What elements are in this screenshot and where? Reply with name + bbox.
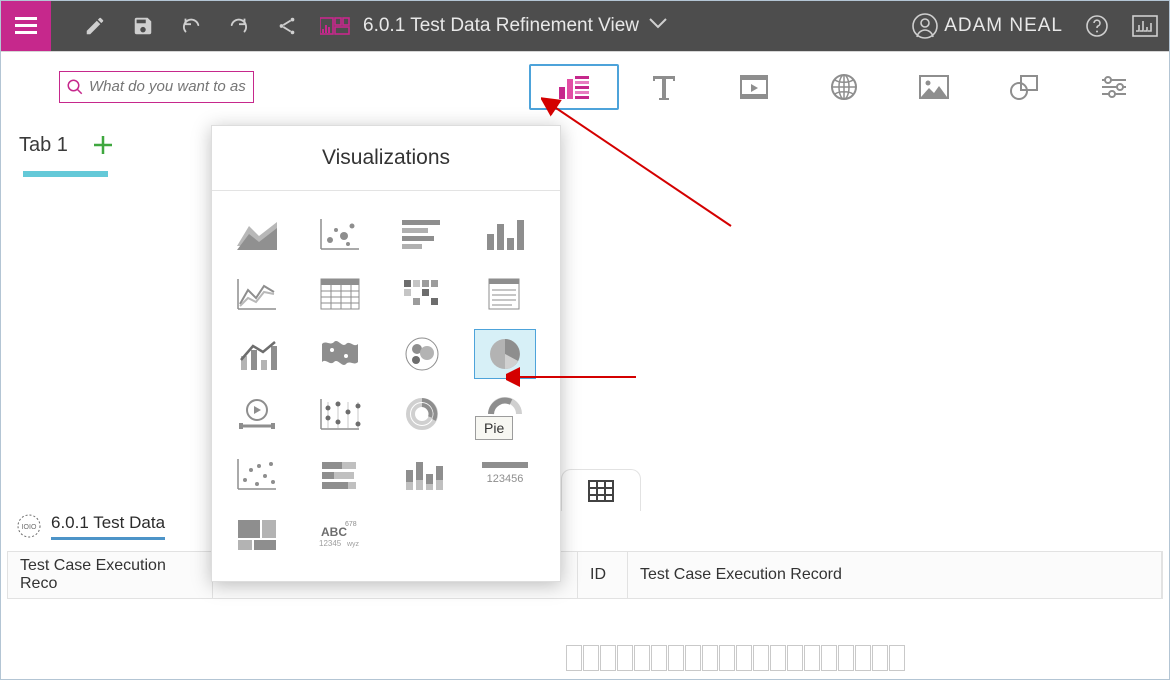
- pencil-icon: [84, 15, 106, 37]
- toolbar-image[interactable]: [889, 64, 979, 110]
- hamburger-icon: [15, 17, 37, 35]
- user-name: ADAM NEAL: [944, 15, 1063, 37]
- help-button[interactable]: [1073, 14, 1121, 38]
- annotation-arrow-top: [541, 96, 741, 236]
- dashboard-icon: [320, 15, 350, 37]
- viz-crosstab[interactable]: [309, 269, 371, 319]
- annotation-arrow-pie: [506, 365, 646, 389]
- viz-treemap[interactable]: [226, 509, 288, 559]
- viz-scatter[interactable]: [226, 449, 288, 499]
- table-icon: [588, 480, 614, 502]
- viz-stacked-column[interactable]: [391, 449, 453, 499]
- add-tab-button[interactable]: [88, 133, 118, 157]
- loading-indicator: [566, 645, 905, 671]
- page-title[interactable]: 6.0.1 Test Data Refinement View: [363, 15, 639, 37]
- viz-heatmap[interactable]: [391, 269, 453, 319]
- data-source-bar: IOIO 6.0.1 Test Data: [7, 506, 1163, 546]
- viz-panel-title: Visualizations: [212, 126, 560, 191]
- share-button[interactable]: [263, 15, 311, 37]
- tab-label: Tab 1: [19, 134, 68, 157]
- data-col-2[interactable]: ID: [578, 552, 628, 598]
- plus-icon: [91, 133, 115, 157]
- svg-text:IOIO: IOIO: [22, 524, 37, 531]
- panel-icon: [1132, 15, 1158, 37]
- viz-word-cloud[interactable]: 678ABC12345wyz: [309, 509, 371, 559]
- save-button[interactable]: [119, 15, 167, 37]
- redo-button[interactable]: [215, 15, 263, 37]
- hamburger-menu[interactable]: [1, 1, 51, 51]
- search-icon: [66, 78, 84, 96]
- search-input[interactable]: [89, 78, 247, 95]
- edit-button[interactable]: [71, 15, 119, 37]
- svg-text:wyz: wyz: [346, 541, 360, 548]
- viz-packed-bubble[interactable]: [391, 329, 453, 379]
- user-icon: [912, 13, 938, 39]
- svg-text:123456: 123456: [486, 473, 523, 485]
- undo-button[interactable]: [167, 15, 215, 37]
- table-view-tab[interactable]: [561, 469, 641, 511]
- share-icon: [276, 15, 298, 37]
- globe-icon: [830, 73, 858, 101]
- shapes-icon: [1009, 74, 1039, 100]
- tab-1[interactable]: Tab 1: [11, 121, 76, 169]
- save-icon: [132, 15, 154, 37]
- viz-summary[interactable]: 123456: [474, 449, 536, 499]
- toolbar-web[interactable]: [799, 64, 889, 110]
- viz-list-summary[interactable]: [474, 269, 536, 319]
- toolbar-settings[interactable]: [1069, 64, 1159, 110]
- search-box[interactable]: [59, 71, 254, 103]
- data-col-0[interactable]: Test Case Execution Reco: [8, 552, 213, 598]
- viz-player[interactable]: [226, 389, 288, 439]
- viz-area-chart[interactable]: [226, 209, 288, 259]
- app-header: 6.0.1 Test Data Refinement View ADAM NEA…: [1, 1, 1169, 51]
- data-headers: Test Case Execution Reco ID Test Case Ex…: [7, 551, 1163, 599]
- dashboard-indicator: [311, 15, 359, 37]
- data-source-title[interactable]: 6.0.1 Test Data: [51, 513, 165, 540]
- help-icon: [1085, 14, 1109, 38]
- viz-map[interactable]: [309, 329, 371, 379]
- tab-underline: [23, 171, 108, 177]
- viz-column-chart[interactable]: [474, 209, 536, 259]
- redo-icon: [228, 15, 250, 37]
- viz-line-chart[interactable]: [226, 269, 288, 319]
- media-icon: [739, 74, 769, 100]
- data-source-icon-wrap: IOIO: [7, 506, 51, 546]
- svg-text:ABC: ABC: [321, 525, 347, 539]
- viz-combo-chart[interactable]: [226, 329, 288, 379]
- image-icon: [919, 75, 949, 99]
- viz-stacked-bar[interactable]: [309, 449, 371, 499]
- toolbar-shapes[interactable]: [979, 64, 1069, 110]
- svg-text:12345: 12345: [319, 539, 342, 548]
- data-source-icon: IOIO: [16, 513, 42, 539]
- title-dropdown[interactable]: [649, 17, 667, 35]
- visualizations-panel: Visualizations 123456 678ABC12345wyz: [211, 125, 561, 582]
- user-profile[interactable]: ADAM NEAL: [912, 13, 1063, 39]
- sliders-icon: [1100, 76, 1128, 98]
- viz-bubble-chart[interactable]: [309, 209, 371, 259]
- tooltip: Pie: [475, 416, 513, 440]
- data-col-3[interactable]: Test Case Execution Record: [628, 552, 1162, 598]
- viz-point-chart[interactable]: [309, 389, 371, 439]
- viz-radial-bar[interactable]: [391, 389, 453, 439]
- undo-icon: [180, 15, 202, 37]
- viz-horizontal-bar[interactable]: [391, 209, 453, 259]
- chevron-down-icon: [649, 18, 667, 30]
- panel-toggle-button[interactable]: [1121, 15, 1169, 37]
